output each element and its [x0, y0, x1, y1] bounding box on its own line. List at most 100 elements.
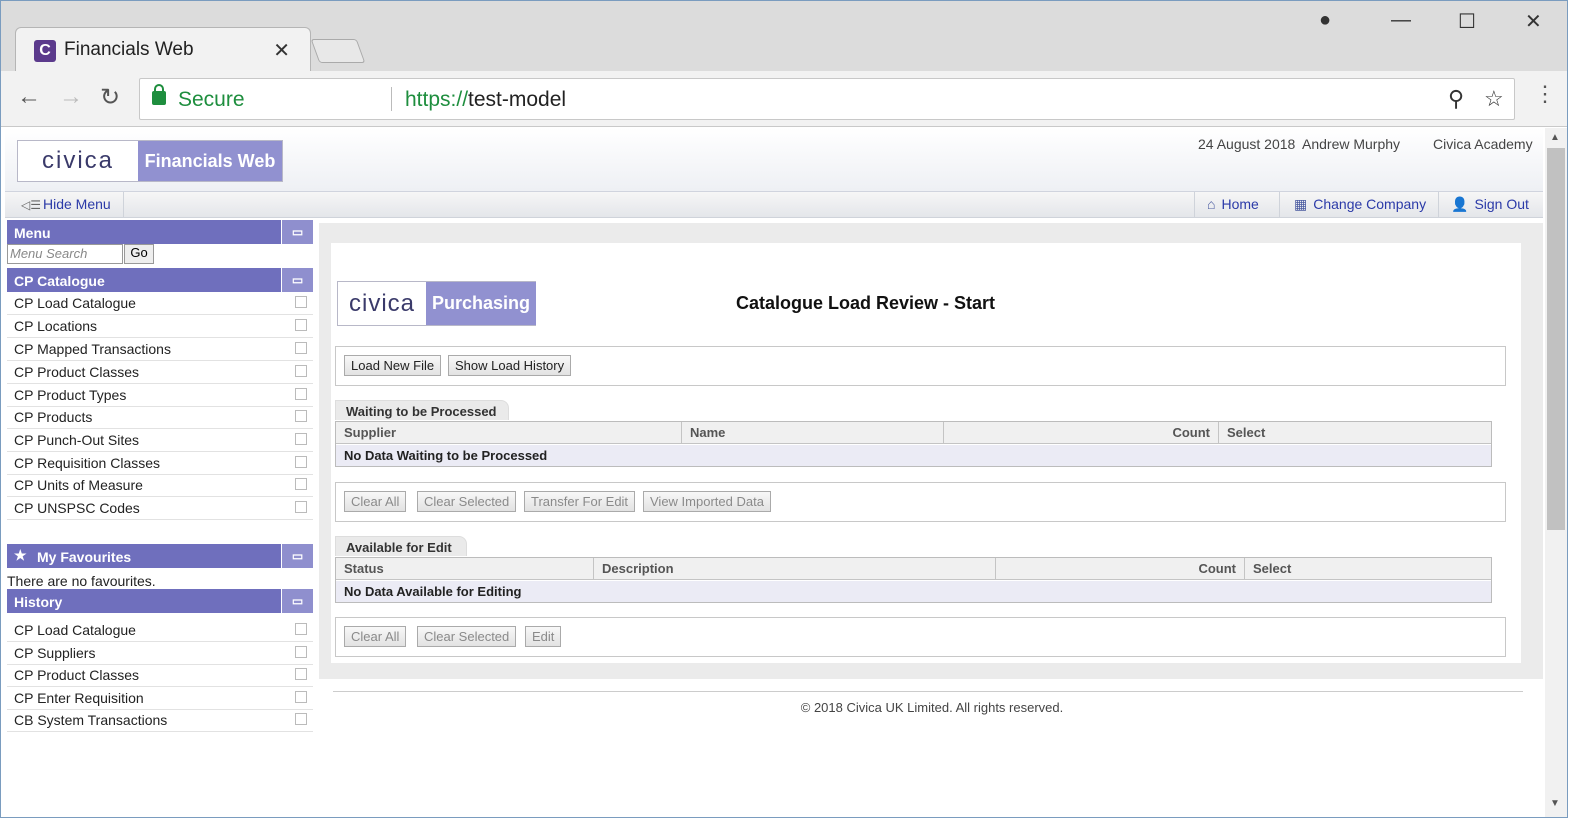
transfer-for-edit-button[interactable]: Transfer For Edit [524, 491, 636, 512]
open-new-window-icon[interactable] [295, 319, 307, 331]
menu-toggle-icon[interactable]: ▭ [281, 220, 313, 244]
civica-logo-text: civica [348, 290, 415, 317]
home-link[interactable]: ⌂ Home [1194, 192, 1279, 217]
main-content: civica Purchasing Catalogue Load Review … [319, 223, 1543, 679]
history-item[interactable]: CP Suppliers [7, 642, 313, 665]
open-new-window-icon[interactable] [295, 478, 307, 490]
address-separator [391, 87, 392, 111]
reload-icon[interactable]: ↻ [100, 83, 120, 112]
page-scrollbar[interactable]: ▲ ▼ [1545, 128, 1567, 817]
sign-out-link[interactable]: 👤 Sign Out [1438, 192, 1543, 217]
menu-item[interactable]: CP Load Catalogue [7, 292, 313, 315]
browser-toolbar: ← → ↻ Secure https://test-model ⚲ ☆ ⋮ [1, 71, 1567, 127]
scrollbar-thumb[interactable] [1547, 148, 1565, 530]
empty-row: No Data Available for Editing [336, 581, 1491, 602]
copyright-footer: © 2018 Civica UK Limited. All rights res… [800, 700, 1064, 715]
clear-all-button[interactable]: Clear All [344, 491, 407, 512]
open-new-window-icon[interactable] [295, 342, 307, 354]
menu-item[interactable]: CP Mapped Transactions [7, 338, 313, 361]
menu-item[interactable]: CP Product Classes [7, 361, 313, 384]
current-date: 24 August 2018 [1198, 136, 1296, 152]
back-icon[interactable]: ← [17, 83, 41, 111]
open-new-window-icon[interactable] [295, 501, 307, 513]
new-tab-button[interactable] [310, 39, 366, 63]
history-item[interactable]: CP Load Catalogue [7, 619, 313, 642]
favourites-toggle-icon[interactable]: ▭ [281, 544, 313, 568]
menu-item[interactable]: CP Punch-Out Sites [7, 429, 313, 452]
menu-header: Menu ▭ [7, 220, 313, 244]
menu-item[interactable]: CP UNSPSC Codes [7, 497, 313, 520]
browser-tab[interactable]: C Financials Web ✕ [15, 27, 311, 73]
clear-selected-button[interactable]: Clear Selected [417, 626, 517, 647]
open-new-window-icon[interactable] [295, 433, 307, 445]
sidebar: Menu ▭ Menu Search Go CP Catalogue ▭ CP Lo… [7, 220, 315, 817]
open-new-window-icon[interactable] [295, 623, 307, 635]
column-header: Select [1245, 558, 1491, 580]
open-new-window-icon[interactable] [295, 388, 307, 400]
menu-item[interactable]: CP Product Types [7, 384, 313, 407]
sign-out-icon: 👤 [1451, 196, 1469, 212]
scroll-down-icon[interactable]: ▼ [1550, 798, 1560, 809]
favicon-icon: C [34, 40, 56, 62]
url-text: https://test-model [405, 88, 567, 111]
available-caption: Available for Edit [335, 536, 467, 556]
menu-item[interactable]: CP Products [7, 406, 313, 429]
waiting-table: Supplier Name Count Select No Data Waiti… [335, 421, 1492, 467]
user-name: Andrew Murphy [1302, 136, 1401, 152]
change-company-link[interactable]: ▦ Change Company [1279, 192, 1438, 217]
open-new-window-icon[interactable] [295, 646, 307, 658]
view-imported-data-button[interactable]: View Imported Data [643, 491, 771, 512]
open-new-window-icon[interactable] [295, 668, 307, 680]
empty-row: No Data Waiting to be Processed [336, 445, 1491, 466]
minimize-button[interactable]: — [1391, 9, 1411, 32]
app-header: civica Financials Web 24 August 2018 And… [5, 128, 1543, 192]
column-header[interactable]: Supplier [336, 422, 682, 444]
open-new-window-icon[interactable] [295, 410, 307, 422]
close-window-button[interactable]: ✕ [1525, 9, 1542, 34]
close-tab-icon[interactable]: ✕ [273, 38, 290, 63]
column-header[interactable]: Count [996, 558, 1245, 580]
menu-item[interactable]: CP Units of Measure [7, 474, 313, 497]
load-actions-panel: Load New File Show Load History [335, 346, 1506, 386]
scroll-up-icon[interactable]: ▲ [1550, 132, 1560, 143]
column-header[interactable]: Description [594, 558, 996, 580]
column-header[interactable]: Count [944, 422, 1219, 444]
column-header[interactable]: Status [336, 558, 594, 580]
open-new-window-icon[interactable] [295, 296, 307, 308]
menu-search-input[interactable]: Menu Search [7, 244, 123, 264]
title-bar: C Financials Web ✕ ● — ☐ ✕ [1, 1, 1567, 73]
app-logo[interactable]: civica Financials Web [17, 140, 283, 182]
history-toggle-icon[interactable]: ▭ [281, 589, 313, 613]
open-new-window-icon[interactable] [295, 365, 307, 377]
menu-item[interactable]: CP Requisition Classes [7, 452, 313, 475]
forward-icon[interactable]: → [59, 83, 83, 111]
catalogue-toggle-icon[interactable]: ▭ [281, 268, 313, 292]
address-bar[interactable]: Secure https://test-model ⚲ ☆ [139, 78, 1515, 120]
open-new-window-icon[interactable] [295, 456, 307, 468]
load-new-file-button[interactable]: Load New File [344, 355, 442, 376]
bookmark-star-icon[interactable]: ☆ [1484, 86, 1504, 112]
browser-window: C Financials Web ✕ ● — ☐ ✕ ← → ↻ Secure … [0, 0, 1568, 818]
clear-all-button[interactable]: Clear All [344, 626, 407, 647]
no-favourites-text: There are no favourites. [7, 573, 156, 589]
purchasing-logo: civica Purchasing [337, 281, 536, 326]
page-title: Catalogue Load Review - Start [736, 293, 996, 313]
hide-menu-button[interactable]: ◁☰ Hide Menu [11, 192, 124, 217]
menu-item[interactable]: CP Locations [7, 315, 313, 338]
waiting-actions-panel: Clear All Clear Selected Transfer For Ed… [335, 482, 1506, 522]
app-navbar: ◁☰ Hide Menu ⌂ Home ▦ Change Company 👤 Sign … [5, 192, 1543, 218]
civica-logo-text: civica [41, 147, 114, 174]
web-page: civica Financials Web 24 August 2018 And… [5, 128, 1543, 817]
history-item[interactable]: CP Product Classes [7, 664, 313, 687]
star-icon: ★ [14, 547, 27, 563]
cp-catalogue-header: CP Catalogue ▭ [7, 268, 313, 292]
zoom-icon[interactable]: ⚲ [1448, 86, 1464, 112]
column-header[interactable]: Name [682, 422, 944, 444]
show-load-history-button[interactable]: Show Load History [448, 355, 572, 376]
edit-button[interactable]: Edit [525, 626, 562, 647]
profile-icon[interactable]: ● [1319, 9, 1331, 32]
menu-search-go-button[interactable]: Go [124, 244, 154, 264]
clear-selected-button[interactable]: Clear Selected [417, 491, 517, 512]
browser-menu-icon[interactable]: ⋮ [1534, 81, 1556, 107]
maximize-button[interactable]: ☐ [1458, 9, 1476, 34]
